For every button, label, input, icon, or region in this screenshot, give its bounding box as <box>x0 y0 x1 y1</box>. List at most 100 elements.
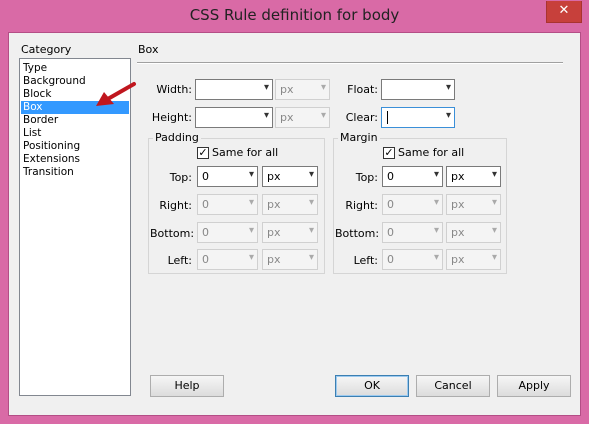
chevron-down-icon: ▾ <box>445 110 451 121</box>
padding-bottom-unit: px <box>267 226 281 239</box>
chevron-down-icon: ▾ <box>308 169 314 180</box>
chevron-down-icon: ▾ <box>248 197 254 208</box>
margin-bottom-unit: px <box>451 226 465 239</box>
padding-bottom-value: 0 <box>202 226 209 239</box>
check-icon: ✓ <box>198 146 208 159</box>
margin-same-label[interactable]: Same for all <box>398 146 464 159</box>
chevron-down-icon: ▾ <box>491 252 497 263</box>
padding-right-value: 0 <box>202 198 209 211</box>
padding-left-select: 0 ▾ <box>197 249 258 270</box>
chevron-down-icon: ▾ <box>320 82 326 93</box>
margin-bottom-value: 0 <box>387 226 394 239</box>
padding-same-label[interactable]: Same for all <box>212 146 278 159</box>
height-unit-select: px ▾ <box>275 107 330 128</box>
padding-top-select[interactable]: 0 ▾ <box>197 166 258 187</box>
chevron-down-icon: ▾ <box>433 197 439 208</box>
margin-left-label: Left: <box>353 254 378 267</box>
width-unit-select: px ▾ <box>275 79 330 100</box>
section-title: Box <box>138 43 159 56</box>
margin-bottom-label: Bottom: <box>335 227 380 240</box>
margin-right-label: Right: <box>345 199 378 212</box>
padding-top-label: Top: <box>169 171 192 184</box>
chevron-down-icon: ▾ <box>433 169 439 180</box>
margin-bottom-unit-select: px ▾ <box>446 222 501 243</box>
cancel-button[interactable]: Cancel <box>416 375 490 397</box>
chevron-down-icon: ▾ <box>263 110 269 121</box>
margin-left-value: 0 <box>387 253 394 266</box>
padding-top-unit: px <box>267 170 281 183</box>
text-caret <box>387 111 388 124</box>
padding-top-value: 0 <box>202 170 209 183</box>
margin-right-select: 0 ▾ <box>382 194 443 215</box>
margin-group-title: Margin <box>338 131 380 144</box>
float-label: Float: <box>347 83 378 96</box>
chevron-down-icon: ▾ <box>491 169 497 180</box>
height-unit-value: px <box>280 111 294 124</box>
margin-right-unit: px <box>451 198 465 211</box>
category-item-transition[interactable]: Transition <box>21 166 129 179</box>
padding-right-unit-select: px ▾ <box>262 194 318 215</box>
margin-top-unit: px <box>451 170 465 183</box>
clear-select[interactable]: ▾ <box>381 107 455 128</box>
category-item-extensions[interactable]: Extensions <box>21 153 129 166</box>
category-item-list[interactable]: List <box>21 127 129 140</box>
padding-group-title: Padding <box>153 131 201 144</box>
padding-left-unit-select: px ▾ <box>262 249 318 270</box>
margin-right-value: 0 <box>387 198 394 211</box>
clear-label: Clear: <box>345 111 378 124</box>
pointer-arrow-icon <box>96 82 136 106</box>
chevron-down-icon: ▾ <box>445 82 451 93</box>
chevron-down-icon: ▾ <box>263 82 269 93</box>
chevron-down-icon: ▾ <box>491 225 497 236</box>
chevron-down-icon: ▾ <box>491 197 497 208</box>
category-item-positioning[interactable]: Positioning <box>21 140 129 153</box>
padding-right-select: 0 ▾ <box>197 194 258 215</box>
margin-top-select[interactable]: 0 ▾ <box>382 166 443 187</box>
category-item-border[interactable]: Border <box>21 114 129 127</box>
chevron-down-icon: ▾ <box>320 110 326 121</box>
width-unit-value: px <box>280 83 294 96</box>
margin-same-checkbox[interactable]: ✓ <box>383 147 395 159</box>
margin-left-select: 0 ▾ <box>382 249 443 270</box>
margin-top-label: Top: <box>355 171 378 184</box>
chevron-down-icon: ▾ <box>308 225 314 236</box>
padding-right-label: Right: <box>159 199 192 212</box>
width-select[interactable]: ▾ <box>195 79 273 100</box>
chevron-down-icon: ▾ <box>248 252 254 263</box>
margin-top-unit-select[interactable]: px ▾ <box>446 166 501 187</box>
help-button[interactable]: Help <box>150 375 224 397</box>
padding-bottom-unit-select: px ▾ <box>262 222 318 243</box>
close-icon: ✕ <box>558 3 570 18</box>
apply-button[interactable]: Apply <box>497 375 571 397</box>
check-icon: ✓ <box>384 146 394 159</box>
section-divider <box>137 62 563 64</box>
padding-left-label: Left: <box>167 254 192 267</box>
padding-same-checkbox[interactable]: ✓ <box>197 147 209 159</box>
margin-left-unit-select: px ▾ <box>446 249 501 270</box>
close-button[interactable]: ✕ <box>546 1 582 23</box>
chevron-down-icon: ▾ <box>248 169 254 180</box>
padding-bottom-label: Bottom: <box>150 227 195 240</box>
margin-left-unit: px <box>451 253 465 266</box>
window-title: CSS Rule definition for body <box>189 6 400 24</box>
padding-right-unit: px <box>267 198 281 211</box>
chevron-down-icon: ▾ <box>248 225 254 236</box>
padding-left-value: 0 <box>202 253 209 266</box>
chevron-down-icon: ▾ <box>308 197 314 208</box>
category-label: Category <box>21 43 72 56</box>
chevron-down-icon: ▾ <box>433 225 439 236</box>
height-select[interactable]: ▾ <box>195 107 273 128</box>
margin-bottom-select: 0 ▾ <box>382 222 443 243</box>
padding-left-unit: px <box>267 253 281 266</box>
float-select[interactable]: ▾ <box>381 79 455 100</box>
padding-bottom-select: 0 ▾ <box>197 222 258 243</box>
category-item-type[interactable]: Type <box>21 62 129 75</box>
chevron-down-icon: ▾ <box>308 252 314 263</box>
margin-top-value: 0 <box>387 170 394 183</box>
height-label: Height: <box>151 111 192 124</box>
padding-top-unit-select[interactable]: px ▾ <box>262 166 318 187</box>
chevron-down-icon: ▾ <box>433 252 439 263</box>
margin-right-unit-select: px ▾ <box>446 194 501 215</box>
width-label: Width: <box>156 83 192 96</box>
ok-button[interactable]: OK <box>335 375 409 397</box>
